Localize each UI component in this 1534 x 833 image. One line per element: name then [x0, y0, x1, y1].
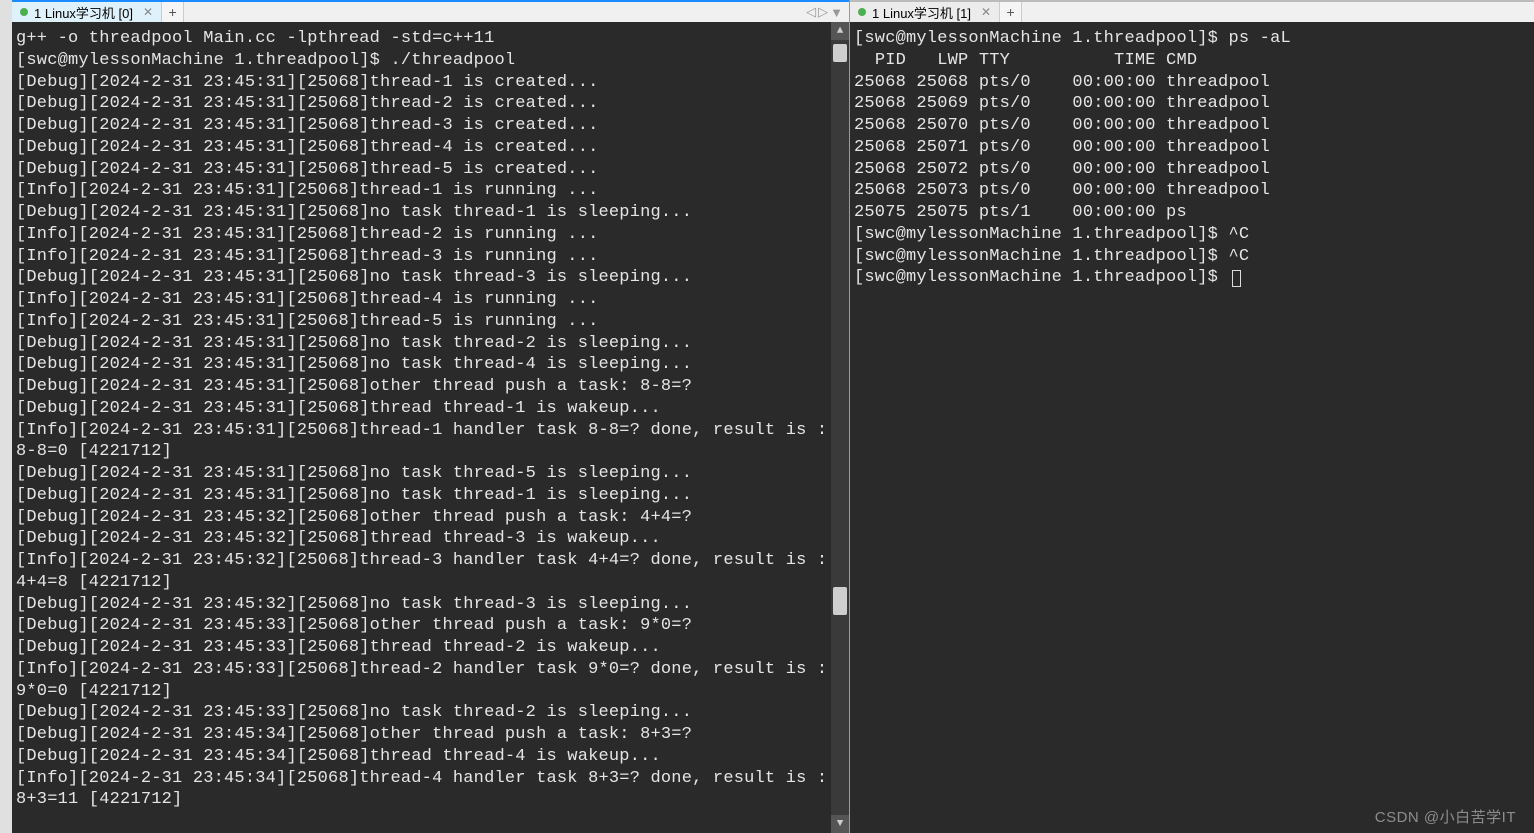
terminal-left[interactable]: g++ -o threadpool Main.cc -lpthread -std… [12, 22, 849, 817]
tab-label: 1 Linux学习机 [1] [872, 3, 971, 22]
scrollbar-left[interactable]: ▲ ▼ [831, 22, 849, 833]
add-tab-button[interactable]: + [162, 2, 184, 22]
scroll-down-icon[interactable]: ▼ [831, 815, 849, 833]
tab-left-active[interactable]: 1 Linux学习机 [0] ✕ [12, 2, 162, 22]
nav-right-icon[interactable]: ▷ [818, 4, 828, 20]
scroll-thumb-top[interactable] [833, 44, 847, 62]
tab-label: 1 Linux学习机 [0] [34, 3, 133, 22]
tab-right-active[interactable]: 1 Linux学习机 [1] ✕ [850, 2, 1000, 22]
terminal-left-wrap: g++ -o threadpool Main.cc -lpthread -std… [12, 22, 849, 833]
scroll-up-icon[interactable]: ▲ [831, 22, 849, 40]
add-tab-button[interactable]: + [1000, 2, 1022, 22]
tabbar-left: 1 Linux学习机 [0] ✕ + ◁ ▷ ▼ [12, 0, 849, 22]
nav-left-icon[interactable]: ◁ [806, 4, 816, 20]
app-root: 1 Linux学习机 [0] ✕ + ◁ ▷ ▼ g++ -o threadpo… [0, 0, 1534, 833]
status-dot-icon [858, 8, 866, 16]
prompt-text: [swc@mylessonMachine 1.threadpool]$ [854, 268, 1228, 287]
tabbar-right: 1 Linux学习机 [1] ✕ + [850, 0, 1534, 22]
status-dot-icon [20, 8, 28, 16]
close-icon[interactable]: ✕ [143, 5, 153, 19]
terminal-right-wrap: [swc@mylessonMachine 1.threadpool]$ ps -… [850, 22, 1534, 833]
pane-left: 1 Linux学习机 [0] ✕ + ◁ ▷ ▼ g++ -o threadpo… [0, 0, 850, 833]
scroll-thumb-mid[interactable] [833, 587, 847, 615]
cursor-icon [1232, 270, 1241, 287]
terminal-right[interactable]: [swc@mylessonMachine 1.threadpool]$ ps -… [850, 22, 1534, 295]
left-gutter [0, 0, 12, 833]
nav-down-icon[interactable]: ▼ [830, 5, 843, 20]
pane-right: 1 Linux学习机 [1] ✕ + [swc@mylessonMachine … [850, 0, 1534, 833]
close-icon[interactable]: ✕ [981, 5, 991, 19]
tab-nav-controls: ◁ ▷ ▼ [800, 2, 849, 22]
watermark-text: CSDN @小白苦学IT [1375, 806, 1516, 827]
